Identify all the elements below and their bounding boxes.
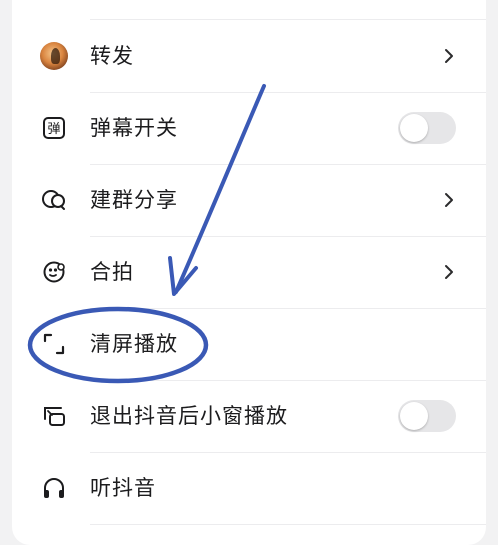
toggle-knob: [400, 114, 428, 142]
clear-screen-icon: [40, 330, 68, 358]
chevron-right-icon: [445, 193, 453, 207]
menu-item-label: 退出抖音后小窗播放: [90, 404, 288, 428]
svg-text:弹: 弹: [47, 122, 60, 137]
chevron-right-icon: [445, 49, 453, 63]
pip-icon: [40, 402, 68, 430]
menu-item-label: 听抖音: [90, 476, 156, 500]
menu-item-label: 弹幕开关: [90, 116, 178, 140]
avatar-icon: [40, 42, 68, 70]
menu-item-duet[interactable]: 合拍: [12, 236, 486, 308]
action-sheet: 转发 弹 弹幕开关 建群分享 合拍 清屏播放 退出抖音后小窗播放 听抖音: [12, 0, 486, 545]
chevron-right-icon: [445, 265, 453, 279]
screenshot-frame: 转发 弹 弹幕开关 建群分享 合拍 清屏播放 退出抖音后小窗播放 听抖音: [0, 0, 498, 545]
menu-item-label: 合拍: [90, 260, 134, 284]
menu-item-label: 转发: [90, 44, 134, 68]
duet-icon: [40, 258, 68, 286]
menu-item-danmaku[interactable]: 弹 弹幕开关: [12, 92, 486, 164]
menu-item-label: 建群分享: [90, 188, 178, 212]
group-chat-icon: [40, 186, 68, 214]
menu-item-listen[interactable]: 听抖音: [12, 452, 486, 524]
menu-item-pip[interactable]: 退出抖音后小窗播放: [12, 380, 486, 452]
menu-item-group-share[interactable]: 建群分享: [12, 164, 486, 236]
danmaku-toggle[interactable]: [398, 112, 456, 144]
menu-item-clear-screen[interactable]: 清屏播放: [12, 308, 486, 380]
danmaku-icon: 弹: [40, 114, 68, 142]
menu-item-forward[interactable]: 转发: [12, 20, 486, 92]
pip-toggle[interactable]: [398, 400, 456, 432]
divider: [90, 524, 486, 525]
headphones-icon: [40, 474, 68, 502]
toggle-knob: [400, 402, 428, 430]
avatar: [40, 42, 68, 70]
menu-item-label: 清屏播放: [90, 332, 178, 356]
